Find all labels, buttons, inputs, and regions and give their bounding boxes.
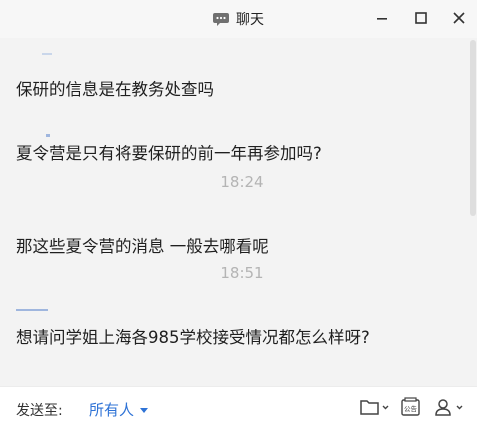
footer-bar: 发送至: 所有人 公告	[0, 386, 477, 426]
folder-button[interactable]	[359, 397, 389, 417]
close-button[interactable]	[445, 6, 473, 30]
folder-icon	[360, 400, 389, 415]
sender-name-clipped	[16, 42, 54, 55]
title-bar: 聊天	[0, 0, 477, 38]
chat-bubble-icon	[213, 13, 229, 26]
minimize-button[interactable]	[368, 6, 396, 30]
members-button[interactable]	[433, 397, 467, 417]
message-text: 保研的信息是在教务处查吗	[16, 80, 214, 99]
maximize-icon	[415, 12, 427, 24]
message-text: 想请问学姐上海各985学校接受情况都怎么样呀?	[16, 328, 370, 347]
recipient-value: 所有人	[89, 401, 135, 419]
members-icon	[435, 399, 463, 416]
message-text: 那这些夏令营的消息 一般去哪看呢	[16, 237, 269, 256]
announcement-icon: 公告	[401, 397, 420, 416]
recipient-dropdown[interactable]: 所有人	[89, 399, 149, 420]
scrollbar-thumb[interactable]	[470, 40, 476, 216]
announcement-button[interactable]: 公告	[400, 397, 422, 417]
message-timestamp: 18:24	[220, 173, 264, 191]
message-list[interactable]: 保研的信息是在教务处查吗 夏令营是只有将要保研的前一年再参加吗? 18:24 那…	[0, 38, 470, 386]
send-to-label: 发送至:	[16, 403, 63, 419]
sender-name-clipped	[16, 124, 54, 137]
svg-text:公告: 公告	[404, 404, 418, 413]
message-text: 夏令营是只有将要保研的前一年再参加吗?	[16, 144, 322, 163]
window-title-area: 聊天	[0, 9, 477, 29]
close-icon	[453, 12, 465, 24]
maximize-button[interactable]	[407, 6, 435, 30]
caret-down-icon	[140, 408, 149, 413]
window-title: 聊天	[236, 12, 264, 28]
sender-name-clipped	[16, 298, 56, 311]
message-timestamp: 18:51	[220, 264, 264, 282]
minimize-icon	[377, 18, 387, 20]
